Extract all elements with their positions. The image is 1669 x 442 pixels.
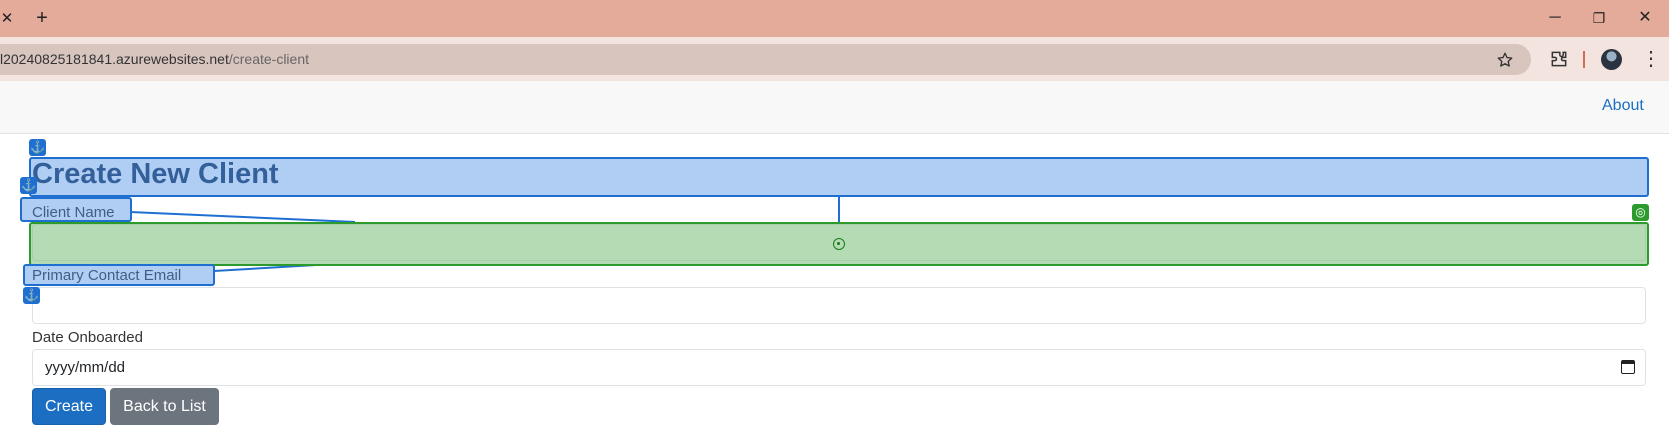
email-input[interactable]: [32, 287, 1646, 324]
profile-avatar[interactable]: [1601, 49, 1622, 70]
extensions-icon[interactable]: [1549, 49, 1569, 69]
new-tab-button[interactable]: +: [31, 7, 53, 29]
nav-link-about[interactable]: About: [1602, 97, 1644, 115]
anchor-icon: ⚓: [29, 139, 46, 156]
restore-icon[interactable]: ❐: [1584, 7, 1614, 29]
url-text: l20240825181841.azurewebsites.net/create…: [0, 44, 309, 75]
star-icon[interactable]: [1496, 51, 1514, 69]
overlay-title-box: [29, 157, 1649, 197]
anchor-icon: ⚓: [20, 177, 37, 194]
toolbar-divider: [1583, 51, 1585, 68]
browser-toolbar: l20240825181841.azurewebsites.net/create…: [0, 37, 1669, 81]
site-navbar: About: [0, 81, 1669, 134]
menu-icon[interactable]: ⋮: [1641, 47, 1661, 71]
overlay-client-name-box: [20, 197, 132, 222]
browser-tab-strip: ✕ + ─ ❐ ✕: [0, 0, 1669, 37]
crosshair-icon: [833, 238, 845, 250]
create-button[interactable]: Create: [32, 388, 106, 425]
address-bar[interactable]: l20240825181841.azurewebsites.net/create…: [0, 44, 1531, 75]
date-onboarded-input[interactable]: yyyy/mm/dd: [32, 349, 1646, 386]
target-icon: ◎: [1632, 204, 1649, 221]
date-placeholder: yyyy/mm/dd: [45, 359, 126, 376]
anchor-icon: ⚓: [23, 287, 40, 304]
url-host: l20240825181841.azurewebsites.net: [0, 51, 229, 67]
date-onboarded-label: Date Onboarded: [32, 329, 143, 346]
overlay-email-box: [23, 264, 215, 286]
calendar-icon[interactable]: [1621, 360, 1635, 374]
url-path: /create-client: [228, 51, 310, 67]
close-window-icon[interactable]: ✕: [1630, 7, 1660, 29]
minimize-icon[interactable]: ─: [1540, 7, 1570, 29]
tab-close-icon[interactable]: ✕: [0, 8, 14, 30]
back-to-list-button[interactable]: Back to List: [110, 388, 219, 425]
connector-line-client-name: [129, 211, 356, 223]
